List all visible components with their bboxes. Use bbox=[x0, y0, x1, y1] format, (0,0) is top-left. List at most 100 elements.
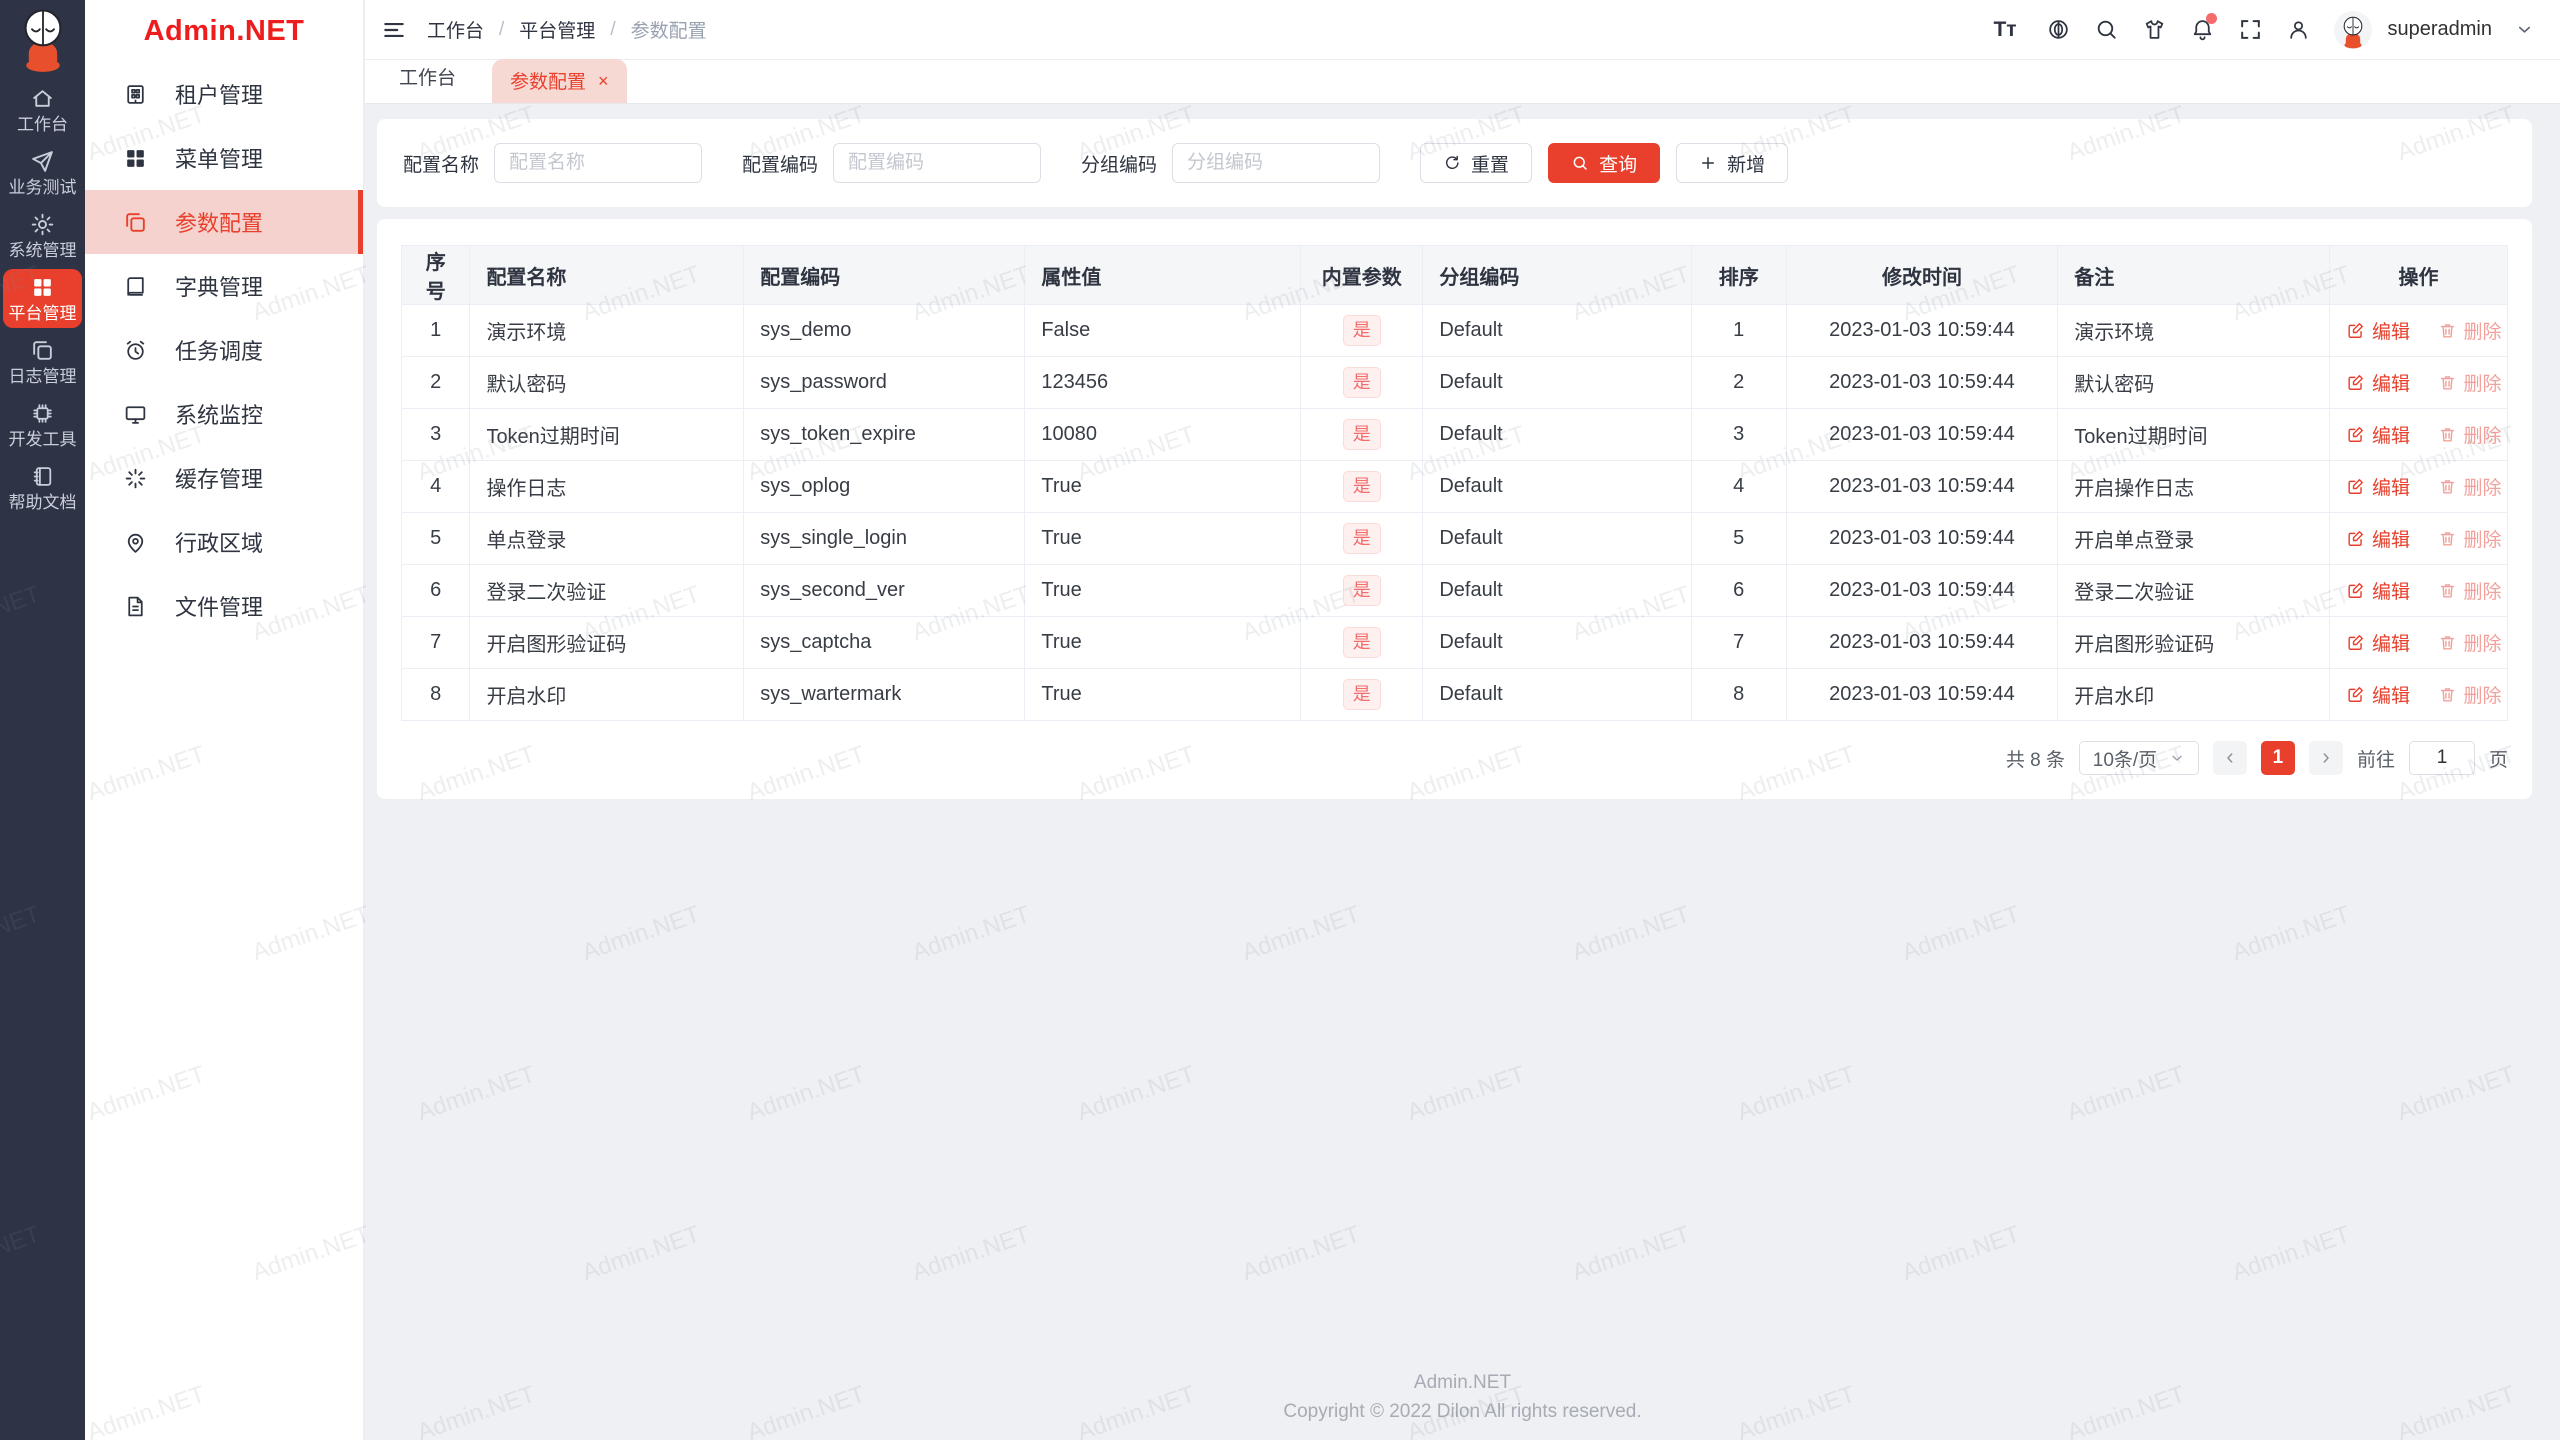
search-form: 配置名称 配置编码 分组编码 重置 bbox=[377, 119, 2532, 207]
breadcrumb-platform[interactable]: 平台管理 bbox=[519, 16, 595, 43]
breadcrumb-workbench[interactable]: 工作台 bbox=[427, 16, 484, 43]
cell-group: Default bbox=[1422, 408, 1692, 461]
rail-item-workbench[interactable]: 工作台 bbox=[3, 80, 82, 139]
rail-item-help-docs[interactable]: 帮助文档 bbox=[3, 458, 82, 517]
cell-remark: 开启单点登录 bbox=[2057, 512, 2330, 565]
tab-workbench[interactable]: 工作台 bbox=[399, 63, 456, 103]
delete-button[interactable]: 删除 bbox=[2438, 317, 2502, 344]
sidebar-item-region[interactable]: 行政区域 bbox=[85, 510, 363, 574]
sidebar-item-cache[interactable]: 缓存管理 bbox=[85, 446, 363, 510]
cell-value: True bbox=[1024, 668, 1302, 721]
delete-button[interactable]: 删除 bbox=[2438, 629, 2502, 656]
sidebar-item-menu[interactable]: 菜单管理 bbox=[85, 126, 363, 190]
group-code-input[interactable] bbox=[1172, 143, 1381, 183]
document-icon bbox=[123, 594, 148, 619]
location-pin-icon bbox=[123, 530, 148, 555]
cell-remark: 登录二次验证 bbox=[2057, 564, 2330, 617]
sidebar-item-tenant[interactable]: 租户管理 bbox=[85, 62, 363, 126]
rail-item-label: 日志管理 bbox=[8, 367, 77, 386]
edit-button[interactable]: 编辑 bbox=[2346, 629, 2410, 656]
user-icon[interactable] bbox=[2286, 17, 2311, 42]
edit-icon bbox=[2346, 425, 2365, 444]
delete-button[interactable]: 删除 bbox=[2438, 681, 2502, 708]
query-button[interactable]: 查询 bbox=[1548, 143, 1661, 183]
cell-sort: 4 bbox=[1690, 460, 1787, 513]
plus-icon bbox=[1699, 154, 1717, 172]
cell-sort: 1 bbox=[1690, 304, 1787, 357]
cell-no: 1 bbox=[400, 304, 471, 357]
breadcrumb-separator: / bbox=[499, 18, 505, 40]
config-name-input[interactable] bbox=[494, 143, 703, 183]
gear-icon bbox=[30, 212, 55, 237]
page-unit-label: 页 bbox=[2488, 749, 2508, 771]
rail-item-platform[interactable]: 平台管理 bbox=[3, 269, 82, 328]
cell-no: 2 bbox=[400, 356, 471, 409]
language-icon[interactable] bbox=[2046, 17, 2071, 42]
tab-close-icon[interactable]: × bbox=[598, 72, 609, 90]
delete-button[interactable]: 删除 bbox=[2438, 369, 2502, 396]
edit-button[interactable]: 编辑 bbox=[2346, 369, 2410, 396]
delete-button[interactable]: 删除 bbox=[2438, 577, 2502, 604]
edit-button[interactable]: 编辑 bbox=[2346, 317, 2410, 344]
cell-code: sys_demo bbox=[743, 304, 1026, 357]
tab-config[interactable]: 参数配置 × bbox=[492, 59, 627, 103]
cell-name: 开启水印 bbox=[469, 668, 745, 721]
builtin-tag: 是 bbox=[1342, 314, 1381, 347]
notification-bell-icon[interactable] bbox=[2190, 13, 2218, 42]
theme-shirt-icon[interactable] bbox=[2142, 17, 2167, 42]
cell-actions: 编辑 删除 bbox=[2328, 616, 2509, 669]
cell-sort: 3 bbox=[1690, 408, 1787, 461]
edit-button[interactable]: 编辑 bbox=[2346, 577, 2410, 604]
font-size-icon[interactable]: Tт bbox=[1993, 17, 2023, 42]
delete-label: 删除 bbox=[2463, 582, 2502, 603]
trash-icon bbox=[2438, 685, 2457, 704]
next-page-button[interactable] bbox=[2308, 741, 2343, 775]
collapse-menu-icon[interactable] bbox=[381, 17, 407, 43]
page-size-select[interactable]: 10条/页 bbox=[2078, 741, 2199, 775]
edit-button[interactable]: 编辑 bbox=[2346, 525, 2410, 552]
rail-item-biz-test[interactable]: 业务测试 bbox=[3, 143, 82, 202]
rail-item-system[interactable]: 系统管理 bbox=[3, 206, 82, 265]
delete-button[interactable]: 删除 bbox=[2438, 421, 2502, 448]
sidebar-item-monitor[interactable]: 系统监控 bbox=[85, 382, 363, 446]
notebook-icon bbox=[30, 464, 55, 489]
page-number-button[interactable]: 1 bbox=[2260, 741, 2295, 775]
sidebar-item-dictionary[interactable]: 字典管理 bbox=[85, 254, 363, 318]
username[interactable]: superadmin bbox=[2387, 18, 2492, 41]
rail-item-logs[interactable]: 日志管理 bbox=[3, 332, 82, 391]
sidebar-item-task-scheduler[interactable]: 任务调度 bbox=[85, 318, 363, 382]
edit-label: 编辑 bbox=[2371, 426, 2410, 447]
config-code-input[interactable] bbox=[833, 143, 1042, 183]
cell-time: 2023-01-03 10:59:44 bbox=[1785, 304, 2059, 357]
cell-time: 2023-01-03 10:59:44 bbox=[1785, 616, 2059, 669]
trash-icon bbox=[2438, 321, 2457, 340]
add-button[interactable]: 新增 bbox=[1676, 143, 1789, 183]
search-icon[interactable] bbox=[2094, 17, 2119, 42]
sidebar-item-label: 文件管理 bbox=[175, 595, 264, 620]
cell-code: sys_captcha bbox=[743, 616, 1026, 669]
avatar[interactable] bbox=[2334, 10, 2373, 49]
sidebar-item-label: 任务调度 bbox=[175, 339, 264, 364]
query-label: 查询 bbox=[1599, 154, 1638, 176]
edit-button[interactable]: 编辑 bbox=[2346, 681, 2410, 708]
edit-button[interactable]: 编辑 bbox=[2346, 473, 2410, 500]
goto-page-input[interactable] bbox=[2408, 741, 2475, 775]
cell-sort: 2 bbox=[1690, 356, 1787, 409]
chevron-down-icon[interactable] bbox=[2515, 20, 2534, 39]
delete-button[interactable]: 删除 bbox=[2438, 473, 2502, 500]
app-logo bbox=[12, 6, 74, 72]
rail-item-label: 平台管理 bbox=[8, 304, 77, 323]
cell-builtin: 是 bbox=[1300, 668, 1424, 721]
table-row: 5 单点登录 sys_single_login True 是 Default 5… bbox=[400, 512, 2509, 565]
sidebar-item-config[interactable]: 参数配置 bbox=[85, 190, 363, 254]
edit-button[interactable]: 编辑 bbox=[2346, 421, 2410, 448]
prev-page-button[interactable] bbox=[2212, 741, 2247, 775]
reset-button[interactable]: 重置 bbox=[1420, 143, 1533, 183]
fullscreen-icon[interactable] bbox=[2238, 17, 2263, 42]
delete-button[interactable]: 删除 bbox=[2438, 525, 2502, 552]
sidebar-item-files[interactable]: 文件管理 bbox=[85, 574, 363, 638]
edit-icon bbox=[2346, 581, 2365, 600]
table-row: 7 开启图形验证码 sys_captcha True 是 Default 7 2… bbox=[400, 616, 2509, 669]
rail-item-dev-tools[interactable]: 开发工具 bbox=[3, 395, 82, 454]
sidebar-item-label: 行政区域 bbox=[175, 531, 264, 556]
